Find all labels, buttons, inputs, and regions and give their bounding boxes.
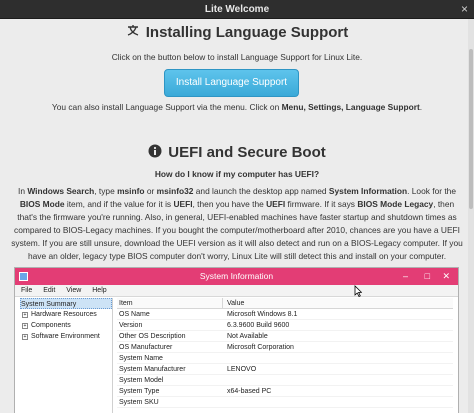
install-language-support-button[interactable]: Install Language Support xyxy=(164,69,299,97)
sysinfo-menubar: File Edit View Help xyxy=(15,285,458,297)
uefi-question: How do I know if my computer has UEFI? xyxy=(154,169,320,179)
menu-edit: Edit xyxy=(43,287,56,294)
tree-item: + Components xyxy=(22,322,71,329)
language-note: You can also install Language Support vi… xyxy=(51,102,423,112)
close-icon: ✕ xyxy=(442,271,450,281)
tree-item: System Summary xyxy=(20,298,112,309)
expand-icon: + xyxy=(22,312,28,318)
expand-icon: + xyxy=(22,323,28,329)
table-row: System Type x64-based PC xyxy=(117,386,453,397)
uefi-paragraph: In Windows Search, type msinfo or msinfo… xyxy=(11,186,463,261)
system-information-screenshot: System Information – □ ✕ File Edit View … xyxy=(14,267,459,413)
minimize-icon: – xyxy=(402,271,408,281)
table-row: System Name xyxy=(117,353,453,364)
maximize-icon: □ xyxy=(424,271,430,281)
window-title: Lite Welcome xyxy=(204,4,270,15)
welcome-content: Installing Language Support Click on the… xyxy=(0,19,474,413)
menu-help: Help xyxy=(92,287,107,294)
close-icon[interactable]: × xyxy=(461,0,468,19)
menu-file: File xyxy=(21,287,33,294)
page-scrollbar[interactable] xyxy=(468,19,474,413)
table-row: System SKU xyxy=(117,397,453,408)
table-row: OS Name Microsoft Windows 8.1 xyxy=(117,309,453,320)
sysinfo-titlebar: System Information – □ ✕ xyxy=(15,268,458,285)
column-header-item: Item xyxy=(119,300,133,307)
sysinfo-app-icon xyxy=(19,272,28,281)
scrollbar-thumb[interactable] xyxy=(469,49,473,209)
sysinfo-tree: System Summary + Hardware Resources + Comp… xyxy=(20,298,113,413)
sysinfo-title: System Information xyxy=(199,271,274,281)
mouse-cursor-icon xyxy=(354,285,363,300)
window-titlebar: Lite Welcome × xyxy=(0,0,474,19)
sysinfo-table: Item Value OS Name Microsoft Windows 8.1 … xyxy=(117,298,453,413)
language-icon xyxy=(126,24,140,41)
menu-view: View xyxy=(66,287,82,294)
table-row: System Model xyxy=(117,375,453,386)
tree-item: + Software Environment xyxy=(22,333,100,340)
sysinfo-body: System Summary + Hardware Resources + Comp… xyxy=(15,298,458,413)
expand-icon: + xyxy=(22,334,28,340)
language-intro: Click on the button below to install Lan… xyxy=(111,52,363,62)
table-header: Item Value xyxy=(117,298,453,309)
table-row: Other OS Description Not Available xyxy=(117,331,453,342)
table-row: System Manufacturer LENOVO xyxy=(117,364,453,375)
tree-item: + Hardware Resources xyxy=(22,311,97,318)
menu-path: Menu, Settings, Language Support xyxy=(281,102,420,112)
language-heading: Installing Language Support xyxy=(0,24,474,41)
table-row: OS Manufacturer Microsoft Corporation xyxy=(117,342,453,353)
uefi-heading: UEFI and Secure Boot xyxy=(0,144,474,161)
table-row: Version 6.3.9600 Build 9600 xyxy=(117,320,453,331)
info-icon xyxy=(148,144,162,161)
column-header-value: Value xyxy=(227,300,245,307)
